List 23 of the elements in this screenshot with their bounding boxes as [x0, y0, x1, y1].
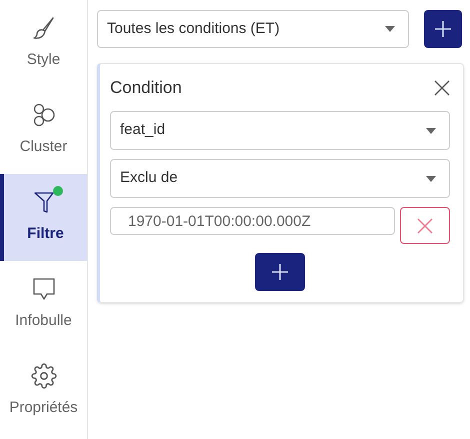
caret-icon — [426, 176, 436, 182]
add-value-button[interactable] — [255, 253, 305, 291]
caret-icon — [426, 128, 436, 134]
close-icon — [417, 218, 434, 234]
sidebar-tab[interactable]: Filtre — [0, 174, 87, 261]
caret-icon — [385, 26, 395, 32]
operator-dropdown[interactable]: Exclu de — [110, 159, 450, 198]
value-field[interactable]: 1970-01-01T00:00:00.000Z — [110, 207, 396, 235]
speech-bubble-icon — [30, 276, 56, 302]
sidebar-tab[interactable]: Style — [0, 0, 87, 87]
plus-icon — [434, 20, 452, 38]
brush-icon — [30, 15, 56, 42]
sidebar-tab[interactable]: Propriétés — [0, 348, 87, 435]
field-dropdown[interactable]: feat_id — [110, 111, 450, 150]
close-icon[interactable] — [434, 80, 450, 96]
sidebar-tab[interactable]: Cluster — [0, 87, 87, 174]
add-button[interactable] — [424, 10, 462, 48]
sidebar-tab[interactable]: Infobulle — [0, 261, 87, 348]
condition-title: Condition — [110, 77, 182, 100]
match-dropdown[interactable]: Toutes les conditions (ET) — [97, 10, 409, 48]
plus-icon — [271, 263, 289, 281]
delete-button[interactable] — [400, 207, 450, 244]
settings-icon — [30, 363, 56, 390]
